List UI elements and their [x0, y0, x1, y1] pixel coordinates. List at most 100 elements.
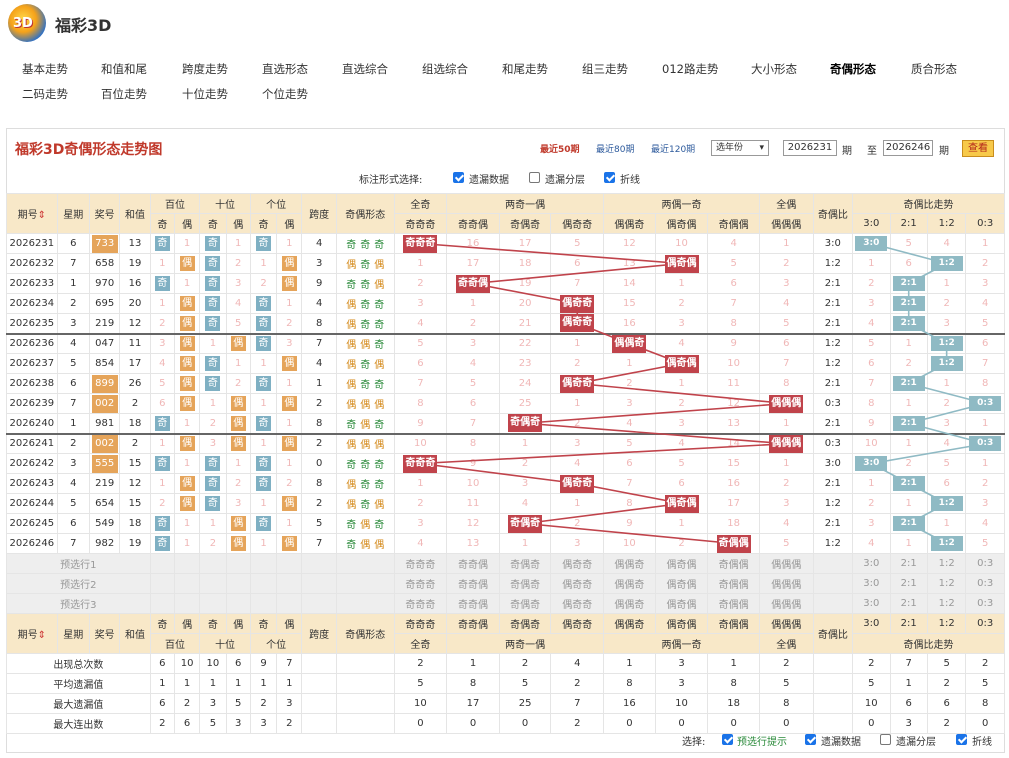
period-50[interactable]: 最近50期	[540, 142, 580, 155]
nav-item[interactable]: 奇偶形态	[830, 61, 876, 77]
miss-value: 4	[678, 438, 685, 450]
period-80[interactable]: 最近80期	[596, 142, 634, 155]
miss-value: 12	[623, 238, 636, 249]
ratio-trend-cell: 2	[965, 253, 1005, 274]
pos-cell: 1	[199, 513, 227, 534]
nav-item[interactable]: 直选形态	[262, 61, 308, 77]
ratio-cell: 0:3	[812, 432, 854, 454]
miss-value: 25	[518, 398, 532, 409]
ratio-trend-cell: 0:3	[965, 432, 1005, 454]
forecast-blank	[199, 593, 227, 614]
nav-item[interactable]: 跨度走势	[182, 61, 228, 77]
ratio-trend-cell: 3	[965, 493, 1005, 514]
miss-value: 5	[982, 538, 989, 549]
ratio-hit: 2:1	[892, 415, 925, 431]
mark-missing-checkbox[interactable]	[453, 172, 464, 183]
pos-value: 奇	[256, 336, 272, 352]
miss-value: 1	[982, 458, 989, 469]
form-trend-cell: 奇奇偶	[446, 273, 500, 294]
forecast-label: 预选行1	[6, 553, 151, 574]
ratio-trend-cell: 2:1	[889, 413, 928, 434]
year-select[interactable]: 选年份 ▾	[711, 140, 769, 156]
forecast-form: 奇偶偶	[707, 553, 760, 574]
logo[interactable]: 3D	[8, 4, 46, 42]
forecast-blank	[225, 593, 251, 614]
nav-item[interactable]: 组选综合	[422, 61, 468, 77]
stats-value: 2	[852, 653, 891, 674]
sort-icon[interactable]: ⇕	[38, 210, 46, 221]
miss-value: 3	[678, 417, 685, 429]
forecast-blank	[249, 553, 278, 574]
num-value: 047	[95, 338, 115, 350]
bottom-missing-checkbox[interactable]	[805, 734, 816, 745]
form-trend-cell: 6	[446, 393, 500, 414]
form-trend-cell: 奇偶奇	[498, 413, 552, 434]
nav-item[interactable]: 直选综合	[342, 61, 388, 77]
view-button[interactable]: 查看	[962, 140, 994, 157]
nav-item[interactable]: 和尾走势	[502, 61, 548, 77]
span-header: 跨度	[301, 613, 337, 654]
form-trend-cell: 22	[498, 332, 552, 354]
forecast-ratio: 0:3	[965, 573, 1005, 594]
pos-value: 偶	[179, 376, 195, 391]
form-cell: 奇奇奇	[335, 453, 395, 474]
forecast-hint-checkbox[interactable]	[722, 734, 733, 745]
two-odd-header: 两奇一偶	[446, 193, 605, 214]
mark-layer-checkbox[interactable]	[529, 172, 540, 183]
form-hit: 奇奇奇	[403, 454, 438, 473]
pos-cell: 1	[249, 393, 278, 414]
form-cell: 奇偶奇	[335, 413, 395, 434]
pos-cell: 1	[225, 233, 251, 254]
ratio-trend-header: 奇偶比走势	[852, 633, 1005, 654]
stats-blank	[335, 673, 395, 694]
form-trend-cell: 1	[654, 373, 709, 394]
chevron-down-icon: ▾	[759, 143, 764, 153]
forecast-form: 奇奇偶	[446, 573, 500, 594]
pos-value: 1	[209, 518, 217, 529]
nav-item[interactable]: 大小形态	[751, 61, 797, 77]
period-120[interactable]: 最近120期	[651, 142, 695, 155]
miss-value: 18	[727, 518, 740, 529]
form-trend-cell: 14	[707, 432, 760, 454]
bottom-line-checkbox[interactable]	[956, 734, 967, 745]
mark-line-checkbox[interactable]	[604, 172, 615, 183]
pos-cell: 1	[149, 473, 175, 494]
form-trend-cell: 16	[603, 313, 656, 334]
bottom-layer-checkbox[interactable]	[880, 734, 891, 745]
nav-item[interactable]: 基本走势	[22, 61, 68, 77]
forecast-form: 偶偶奇	[603, 593, 656, 614]
pos-value: 奇	[205, 236, 221, 251]
forecast-row[interactable]: 预选行3 奇奇奇 奇奇偶 奇偶奇 偶奇奇 偶偶奇 偶奇偶 奇偶偶 偶偶偶 3:0 2:1 1:2 0:3	[6, 593, 1005, 614]
pos-cell: 3	[149, 332, 175, 354]
forecast-row[interactable]: 预选行2 奇奇奇 奇奇偶 奇偶奇 偶奇奇 偶偶奇 偶奇偶 奇偶偶 偶偶偶 3:0 2:1 1:2 0:3	[6, 573, 1005, 594]
nav-item[interactable]: 二码走势	[22, 86, 68, 102]
forecast-row[interactable]: 预选行1 奇奇奇 奇奇偶 奇偶奇 偶奇奇 偶偶奇 偶奇偶 奇偶偶 偶偶偶 3:0 2:1 1:2 0:3	[6, 553, 1005, 574]
ratio-hit: 0:3	[969, 396, 1002, 411]
form-char: 奇	[360, 380, 371, 391]
nav-item[interactable]: 和值和尾	[101, 61, 147, 77]
ratio-hit: 2:1	[892, 296, 925, 311]
sort-icon[interactable]: ⇕	[38, 630, 46, 641]
nav-item[interactable]: 质合形态	[911, 61, 957, 77]
nav-item[interactable]: 组三走势	[582, 61, 628, 77]
span-cell: 4	[301, 293, 337, 314]
nav-item[interactable]: 012路走势	[662, 61, 718, 77]
ratio-header: 奇偶比	[812, 613, 854, 654]
nav-item[interactable]: 个位走势	[262, 86, 308, 102]
nav-item[interactable]: 十位走势	[182, 86, 228, 102]
to-input[interactable]: 2026246	[883, 140, 933, 156]
pos-value: 1	[183, 417, 191, 429]
miss-value: 10	[466, 478, 480, 489]
forecast-form: 奇奇奇	[393, 553, 448, 574]
sum-cell: 26	[119, 373, 151, 394]
form-trend-cell: 10	[446, 473, 500, 494]
forecast-blank	[301, 593, 337, 614]
nav-item[interactable]: 百位走势	[101, 86, 147, 102]
form-trend-cell: 12	[446, 513, 500, 534]
miss-value: 8	[730, 317, 737, 329]
form-trend-cell: 2	[654, 293, 709, 314]
pos-value: 2	[235, 478, 242, 489]
form-trend-cell: 15	[603, 293, 656, 314]
from-input[interactable]: 2026231	[783, 140, 837, 156]
form-trend-cell: 偶奇奇	[550, 473, 605, 494]
